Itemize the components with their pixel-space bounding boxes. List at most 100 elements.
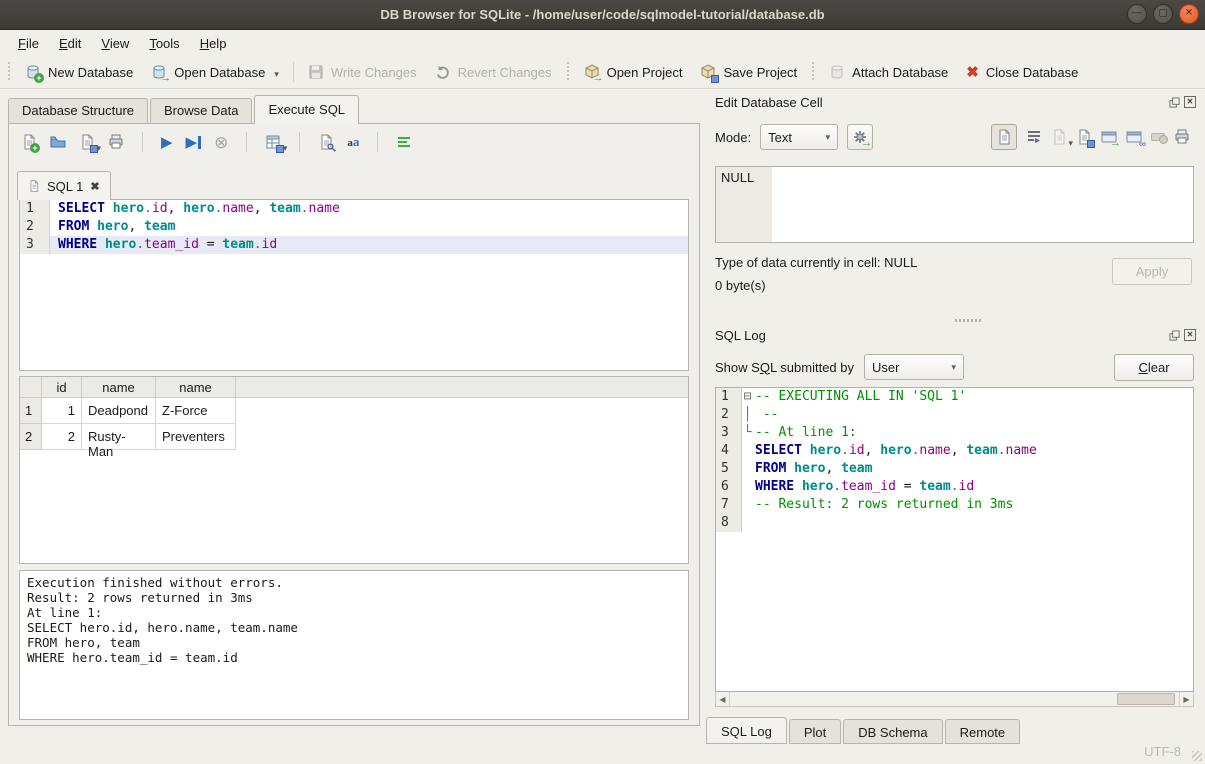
revert-changes-button[interactable]: Revert Changes <box>426 60 561 84</box>
save-project-button[interactable]: Save Project <box>691 60 806 84</box>
export-data-icon[interactable] <box>1076 129 1092 145</box>
column-header-id-0[interactable]: id <box>42 377 82 397</box>
line-number: 8 <box>716 514 742 532</box>
bottom-tab-bar: SQL LogPlotDB SchemaRemote <box>706 717 1199 744</box>
fold-marker <box>742 514 753 532</box>
cell-editor[interactable]: NULL <box>715 166 1194 243</box>
word-wrap-icon[interactable] <box>396 134 412 150</box>
table-cell[interactable]: Preventers <box>156 424 236 450</box>
table-cell[interactable]: Z-Force <box>156 398 236 424</box>
menu-view[interactable]: View <box>91 32 139 55</box>
clear-log-button[interactable]: Clear <box>1114 354 1194 381</box>
filter-label: Show SQL submitted by <box>715 360 854 375</box>
float-panel-icon[interactable] <box>1168 329 1180 341</box>
table-cell[interactable]: Deadpond <box>82 398 156 424</box>
scroll-right-icon[interactable]: ▶ <box>1179 692 1193 706</box>
cell-info: Type of data currently in cell: NULL 0 b… <box>715 255 1194 307</box>
grid-corner[interactable] <box>20 377 42 397</box>
toolbar-grip[interactable] <box>565 62 571 82</box>
import-in-cell-button[interactable]: → <box>847 124 873 150</box>
print-sql-icon[interactable] <box>108 134 124 150</box>
close-panel-icon[interactable]: ✕ <box>1184 329 1196 341</box>
apply-button[interactable]: Apply <box>1112 258 1192 285</box>
code-line-8: 8 <box>716 514 1193 532</box>
minimize-button[interactable]: — <box>1127 4 1147 24</box>
log-horizontal-scrollbar[interactable]: ◀ ▶ <box>715 692 1194 707</box>
fold-marker <box>742 478 753 496</box>
text-mode-button[interactable] <box>991 124 1017 150</box>
mode-select[interactable]: Text ▾ <box>760 124 838 150</box>
menu-edit[interactable]: Edit <box>49 32 91 55</box>
write-changes-button[interactable]: Write Changes <box>299 60 426 84</box>
set-null-icon[interactable] <box>1151 133 1165 141</box>
sql-1-tab[interactable]: SQL 1 ✖ <box>17 171 111 200</box>
row-header[interactable]: 1 <box>20 398 42 424</box>
toolbar-separator <box>377 132 378 152</box>
save-sql-file-icon[interactable]: ▾ <box>79 134 95 150</box>
scroll-left-icon[interactable]: ◀ <box>716 692 730 706</box>
close-button[interactable]: ✕ <box>1179 4 1199 24</box>
import-data-icon[interactable]: ▾ <box>1051 129 1067 145</box>
chevron-down-icon: ▾ <box>826 132 831 143</box>
print-cell-icon[interactable] <box>1174 129 1190 145</box>
toolbar-grip[interactable] <box>810 62 816 82</box>
new-database-button[interactable]: + New Database <box>16 60 142 84</box>
tab-database-structure[interactable]: Database Structure <box>8 98 148 123</box>
find-icon[interactable] <box>318 134 334 150</box>
tab-execute-sql[interactable]: Execute SQL <box>254 95 359 124</box>
execute-all-icon[interactable]: ▶ <box>161 135 173 150</box>
auto-format-icon[interactable]: aa <box>347 134 359 150</box>
sql-editor[interactable]: 1SELECT hero.id, hero.name, team.name2FR… <box>19 199 689 371</box>
close-tab-icon[interactable]: ✖ <box>90 180 99 193</box>
clear-label: Clear <box>1138 360 1169 375</box>
close-icon: ✕ <box>1185 9 1193 19</box>
toolbar-separator <box>246 132 247 152</box>
table-cell[interactable]: Rusty-Man <box>82 424 156 450</box>
tab-browse-data[interactable]: Browse Data <box>150 98 252 123</box>
attach-database-button[interactable]: Attach Database <box>820 60 957 84</box>
row-header[interactable]: 2 <box>20 424 42 450</box>
close-database-button[interactable]: ✖ Close Database <box>957 59 1087 85</box>
tab-db-schema[interactable]: DB Schema <box>843 719 942 744</box>
code-line-6: 6 WHERE hero.team_id = team.id <box>716 478 1193 496</box>
copy-link-icon[interactable]: ∞ <box>1126 129 1142 145</box>
toolbar-grip[interactable] <box>6 62 12 82</box>
open-in-external-icon[interactable]: → <box>1101 129 1117 145</box>
tab-sql-log[interactable]: SQL Log <box>706 717 787 744</box>
new-sql-tab-icon[interactable]: + <box>21 134 37 150</box>
menu-bar: FileEditViewToolsHelp <box>0 30 1205 56</box>
new-database-icon: + <box>25 64 41 80</box>
toolbar-separator <box>299 132 300 152</box>
menu-file[interactable]: File <box>8 32 49 55</box>
word-wrap-cell-icon[interactable] <box>1026 129 1042 145</box>
main-tab-bar: Database StructureBrowse DataExecute SQL <box>8 95 700 123</box>
sql-document-icon <box>28 180 40 192</box>
column-header-name-2[interactable]: name <box>156 377 236 397</box>
column-header-name-1[interactable]: name <box>82 377 156 397</box>
open-database-button[interactable]: → Open Database ▾ <box>142 60 288 84</box>
menu-help[interactable]: Help <box>190 32 237 55</box>
resize-grip[interactable] <box>1192 751 1202 761</box>
maximize-button[interactable]: ▢ <box>1153 4 1173 24</box>
tab-plot[interactable]: Plot <box>789 719 841 744</box>
menu-tools[interactable]: Tools <box>139 32 189 55</box>
table-cell[interactable]: 1 <box>42 398 82 424</box>
stop-execution-icon[interactable]: ⊗ <box>214 134 228 151</box>
sql-1-tab-label: SQL 1 <box>47 179 83 194</box>
table-cell[interactable]: 2 <box>42 424 82 450</box>
tab-remote[interactable]: Remote <box>945 719 1021 744</box>
open-project-button[interactable]: → Open Project <box>575 60 692 84</box>
execute-current-line-icon[interactable]: ▶ <box>186 135 202 150</box>
scrollbar-thumb[interactable] <box>1117 693 1175 705</box>
export-results-icon[interactable]: ▾ <box>265 134 281 150</box>
submitted-by-select[interactable]: User ▾ <box>864 354 964 380</box>
open-database-dropdown-icon[interactable]: ▾ <box>274 69 279 80</box>
float-panel-icon[interactable] <box>1168 96 1180 108</box>
open-sql-file-icon[interactable] <box>50 134 66 150</box>
sql-log-title: SQL Log <box>715 328 766 343</box>
save-project-icon <box>700 64 716 80</box>
submitted-by-value: User <box>872 360 899 375</box>
fold-marker[interactable]: ⊟ <box>742 388 753 406</box>
code-line-7: 7 -- Result: 2 rows returned in 3ms <box>716 496 1193 514</box>
close-panel-icon[interactable]: ✕ <box>1184 96 1196 108</box>
